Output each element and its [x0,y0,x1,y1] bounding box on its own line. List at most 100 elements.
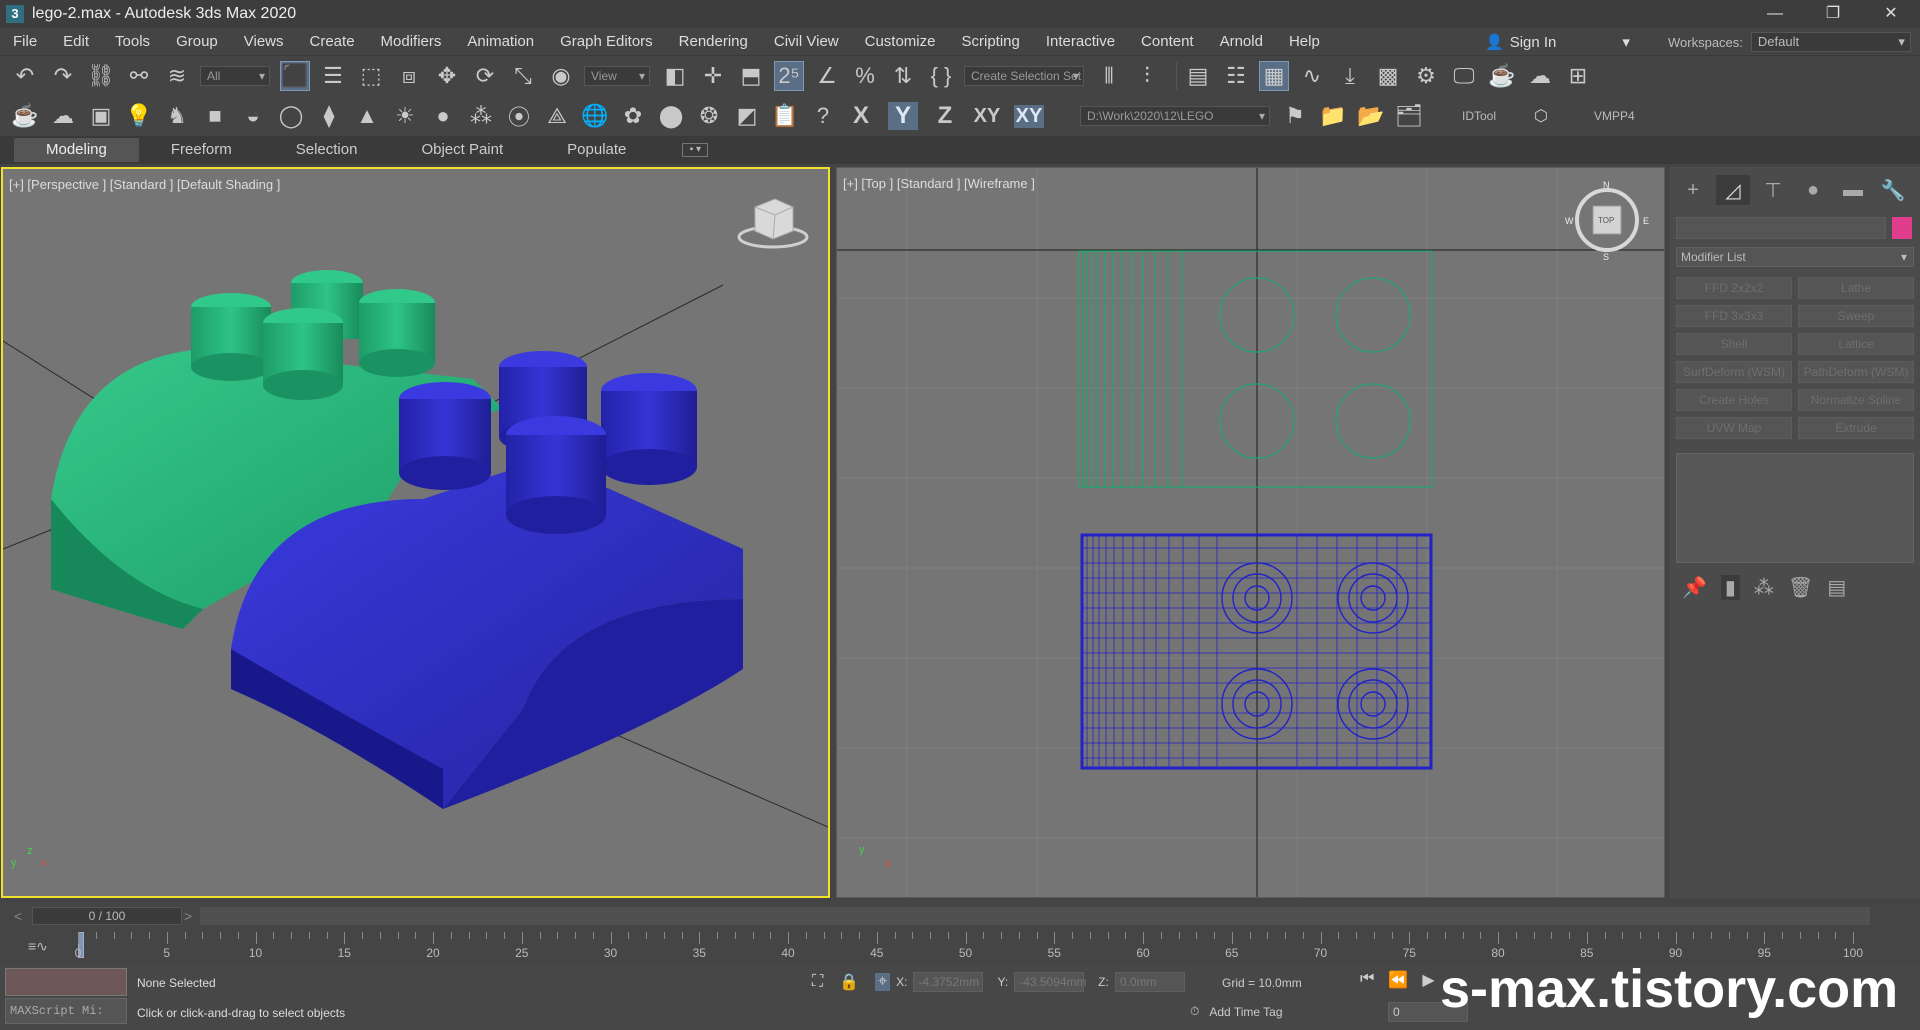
y-coord-field[interactable]: -43.5094mm [1014,972,1087,992]
curve-editor-icon[interactable]: ∿ [1297,61,1327,91]
make-unique-icon[interactable]: ⁂ [1754,575,1774,600]
mini-curve-editor-icon[interactable]: ≡∿ [28,938,48,955]
pin-stack-icon[interactable]: 📌 [1682,575,1707,600]
go-to-start-icon[interactable]: ⏮ [1360,970,1374,990]
create-selection-set-dropdown[interactable]: Create Selection Set [964,66,1084,86]
select-by-name-icon[interactable]: ☰ [318,61,348,91]
isolate-selection-icon[interactable]: ⛶ [812,973,823,991]
modifier-list-dropdown[interactable]: Modifier List [1676,247,1914,267]
axis-xy-button[interactable]: XY [972,105,1002,128]
selection-lock-icon[interactable]: 🔒 [839,972,859,992]
teapot-icon[interactable]: ☕ [10,101,40,131]
maxscript-listener[interactable] [5,968,127,996]
menu-interactive[interactable]: Interactive [1033,28,1128,56]
plant-icon[interactable]: ✿ [618,101,648,131]
tab-modeling[interactable]: Modeling [14,138,139,162]
time-slider-thumb[interactable]: 0 / 100 [32,907,182,925]
time-slider[interactable]: < 0 / 100 > [0,902,1920,930]
menu-create[interactable]: Create [297,28,368,56]
hexagon-icon[interactable]: ⬡ [1526,101,1556,131]
motion-tab-icon[interactable]: ● [1796,175,1830,205]
percent-snap-icon[interactable]: % [850,61,880,91]
top-viewport-label[interactable]: [+] [Top ] [Standard ] [Wireframe ] [843,176,1035,191]
folder-icon[interactable]: 📁 [1318,101,1348,131]
modifier-button[interactable]: PathDeform (WSM) [1798,361,1914,383]
object-name-field[interactable] [1676,217,1886,239]
folder-save-icon[interactable]: 🗂 [1394,101,1424,131]
hierarchy-tab-icon[interactable]: ⊤ [1756,175,1790,205]
modifier-button[interactable]: Shell [1676,333,1792,355]
restore-button[interactable]: ❐ [1804,0,1862,28]
display-tab-icon[interactable]: ▬ [1836,175,1870,205]
scatter-icon[interactable]: ⁂ [466,101,496,131]
utilities-tab-icon[interactable]: 🔧 [1876,175,1910,205]
select-manipulate-icon[interactable]: ✛ [698,61,728,91]
perspective-viewport-label[interactable]: [+] [Perspective ] [Standard ] [Default … [9,177,280,192]
capsules-icon[interactable]: ⦿ [504,101,534,131]
link-icon[interactable]: ⛓ [86,61,116,91]
menu-animation[interactable]: Animation [454,28,547,56]
render-production-icon[interactable]: ☕ [1487,61,1517,91]
bulb-icon[interactable]: 💡 [124,101,154,131]
scale-icon[interactable]: ⤡ [508,61,538,91]
net-icon[interactable]: ⟁ [542,101,572,131]
menu-edit[interactable]: Edit [50,28,102,56]
time-slider-next[interactable]: > [184,908,200,924]
ribbon-options-button[interactable]: ▪ ▾ [682,143,709,157]
menu-rendering[interactable]: Rendering [666,28,761,56]
menu-modifiers[interactable]: Modifiers [368,28,455,56]
modifier-button[interactable]: UVW Map [1676,417,1792,439]
sun-icon[interactable]: ☀ [390,101,420,131]
modifier-button[interactable]: Lathe [1798,277,1914,299]
modifier-button[interactable]: Lattice [1798,333,1914,355]
box-icon[interactable]: ■ [200,101,230,131]
render-region-icon[interactable]: ◩ [732,101,762,131]
grid-layout-icon[interactable]: ⊞ [1563,61,1593,91]
window-crossing-icon[interactable]: ⧈ [394,61,424,91]
folder-open-icon[interactable]: 📂 [1356,101,1386,131]
image-icon[interactable]: ▣ [86,101,116,131]
move-icon[interactable]: ✥ [432,61,462,91]
color-balls-icon[interactable]: ❂ [694,101,724,131]
bind-spacewarp-icon[interactable]: ≋ [162,61,192,91]
render-setup-icon[interactable]: ⚙ [1411,61,1441,91]
add-time-tag[interactable]: ⏱ Add Time Tag [1190,1004,1283,1019]
torus-icon[interactable]: ◯ [276,101,306,131]
keyboard-shortcut-override-icon[interactable]: ⬒ [736,61,766,91]
axis-x-button[interactable]: X [846,102,876,130]
modifier-button[interactable]: SurfDeform (WSM) [1676,361,1792,383]
rendered-frame-window-icon[interactable]: 🖵 [1449,61,1479,91]
minimize-button[interactable]: — [1746,0,1804,28]
render-in-cloud-icon[interactable]: ☁ [1525,61,1555,91]
hemisphere-icon[interactable]: ◒ [238,101,268,131]
previous-frame-icon[interactable]: ⏪ [1388,970,1408,990]
axis-xy-alt-button[interactable]: XY [1014,104,1044,128]
place-icon[interactable]: ◉ [546,61,576,91]
play-icon[interactable]: ▶ [1422,970,1434,990]
workspaces-select[interactable]: Default [1750,32,1911,52]
modifier-button[interactable]: Extrude [1798,417,1914,439]
green-brick-wireframe[interactable] [1078,250,1433,488]
vmpp4-label[interactable]: VMPP4 [1594,109,1635,123]
z-coord-field[interactable]: 0.0mm [1114,972,1185,992]
basket-icon[interactable]: ⧫ [314,101,344,131]
show-end-result-icon[interactable]: ▮ [1720,575,1740,600]
absolute-mode-icon[interactable]: ⌖ [875,973,891,991]
modifier-button[interactable]: Normalize Spline [1798,389,1914,411]
axis-y-button[interactable]: Y [888,102,918,130]
x-coord-field[interactable]: -4.3752mm [913,972,984,992]
ball-icon[interactable]: ⬤ [656,101,686,131]
time-slider-prev[interactable]: < [14,908,30,924]
layer-explorer-icon[interactable]: ☷ [1221,61,1251,91]
menu-scripting[interactable]: Scripting [948,28,1032,56]
edit-named-selection-icon[interactable]: { } [926,61,956,91]
menu-civil-view[interactable]: Civil View [761,28,852,56]
menu-customize[interactable]: Customize [852,28,949,56]
spinner-snap-icon[interactable]: ⇅ [888,61,918,91]
configure-modifier-sets-icon[interactable]: ▤ [1827,575,1846,600]
rotate-icon[interactable]: ⟳ [470,61,500,91]
set-project-icon[interactable]: ⚑ [1280,101,1310,131]
pivot-center-icon[interactable]: ◧ [660,61,690,91]
modifier-button[interactable]: FFD 3x3x3 [1676,305,1792,327]
axis-z-button[interactable]: Z [930,102,960,130]
